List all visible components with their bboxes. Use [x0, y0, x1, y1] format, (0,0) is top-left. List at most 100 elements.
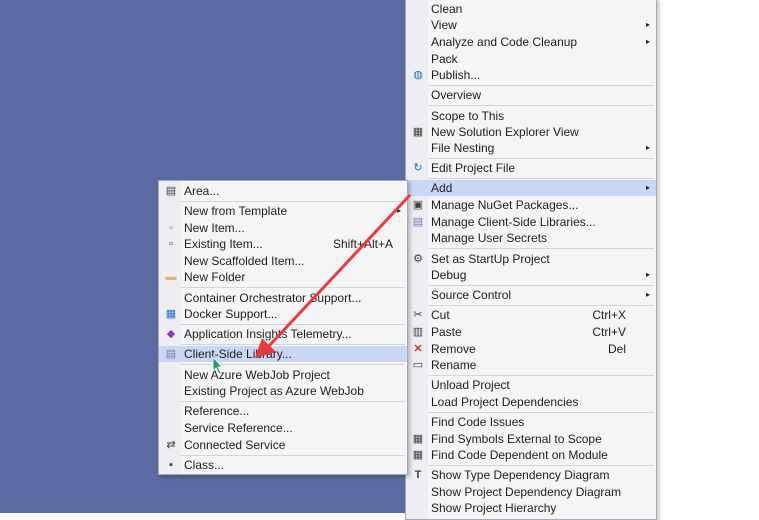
- menu-separator: [181, 344, 405, 345]
- menu-item-type-diagram[interactable]: T Show Type Dependency Diagram: [406, 467, 656, 483]
- submenu-item-scaffolded[interactable]: New Scaffolded Item...: [159, 253, 407, 269]
- menu-item-label: Show Type Dependency Diagram: [431, 468, 610, 482]
- add-submenu: ▤ Area... New from Template ▸ ▫ New Item...…: [158, 180, 408, 475]
- menu-separator: [428, 375, 654, 376]
- menu-separator: [181, 287, 405, 288]
- class-icon: ▪: [169, 459, 173, 471]
- menu-item-file-nesting[interactable]: File Nesting ▸: [406, 140, 656, 156]
- submenu-item-new-item[interactable]: ▫ New Item...: [159, 220, 407, 236]
- submenu-arrow-icon: ▸: [645, 20, 650, 29]
- menu-separator: [181, 201, 405, 202]
- menu-item-label: Container Orchestrator Support...: [184, 291, 362, 305]
- menu-separator: [428, 85, 654, 86]
- shortcut-text: Ctrl+V: [592, 325, 626, 339]
- menu-item-label: Publish...: [431, 68, 481, 82]
- menu-item-label: Class...: [184, 458, 225, 472]
- menu-item-debug[interactable]: Debug ▸: [406, 267, 656, 283]
- menu-item-label: Manage NuGet Packages...: [431, 198, 579, 212]
- menu-item-user-secrets[interactable]: Manage User Secrets: [406, 230, 656, 246]
- menu-separator: [181, 324, 405, 325]
- menu-item-label: Manage User Secrets: [431, 231, 548, 245]
- menu-item-label: Analyze and Code Cleanup: [431, 35, 578, 49]
- menu-item-nuget[interactable]: ▣ Manage NuGet Packages...: [406, 197, 656, 213]
- submenu-item-area[interactable]: ▤ Area...: [159, 183, 407, 199]
- menu-item-paste[interactable]: ▥ Paste Ctrl+V: [406, 324, 656, 340]
- client-library-icon: ▤: [165, 348, 177, 360]
- menu-item-label: Existing Item...: [184, 237, 263, 251]
- submenu-item-client-side-library[interactable]: ▤ Client-Side Library...: [159, 346, 407, 362]
- menu-item-new-se-view[interactable]: ▦ New Solution Explorer View: [406, 124, 656, 140]
- menu-item-label: Client-Side Library...: [184, 347, 292, 361]
- menu-item-label: Find Code Issues: [431, 415, 525, 429]
- menu-item-find-issues[interactable]: Find Code Issues: [406, 414, 656, 430]
- submenu-item-new-from-template[interactable]: New from Template ▸: [159, 203, 407, 219]
- docker-icon: ▦: [165, 308, 177, 320]
- nuget-icon: ▣: [412, 199, 424, 211]
- connected-service-icon: ⇄: [166, 439, 176, 451]
- submenu-item-service-reference[interactable]: Service Reference...: [159, 420, 407, 436]
- find-symbols-icon: ▦: [412, 433, 424, 445]
- submenu-item-connected-service[interactable]: ⇄ Connected Service: [159, 437, 407, 453]
- menu-separator: [428, 305, 654, 306]
- menu-item-load-deps[interactable]: Load Project Dependencies: [406, 394, 656, 410]
- menu-item-label: Overview: [431, 88, 482, 102]
- menu-item-view[interactable]: View ▸: [406, 17, 656, 33]
- menu-item-cut[interactable]: ✂ Cut Ctrl+X: [406, 307, 656, 323]
- menu-item-analyze[interactable]: Analyze and Code Cleanup ▸: [406, 34, 656, 50]
- menu-item-client-libs[interactable]: ▤ Manage Client-Side Libraries...: [406, 214, 656, 230]
- menu-item-label: Paste: [431, 325, 462, 339]
- menu-item-find-dependent[interactable]: ▦ Find Code Dependent on Module: [406, 447, 656, 463]
- menu-item-startup[interactable]: ⚙ Set as StartUp Project: [406, 251, 656, 267]
- menu-item-project-diagram[interactable]: Show Project Dependency Diagram: [406, 484, 656, 500]
- submenu-item-app-insights[interactable]: ◆ Application Insights Telemetry...: [159, 326, 407, 342]
- scissors-icon: ✂: [413, 309, 423, 321]
- menu-item-overview[interactable]: Overview: [406, 87, 656, 103]
- menu-item-label: Rename: [431, 358, 477, 372]
- area-icon: ▤: [165, 185, 177, 197]
- menu-item-edit-project[interactable]: ↻ Edit Project File: [406, 160, 656, 176]
- submenu-item-existing-webjob[interactable]: Existing Project as Azure WebJob: [159, 383, 407, 399]
- submenu-item-new-folder[interactable]: ▬ New Folder: [159, 269, 407, 285]
- menu-separator: [181, 455, 405, 456]
- menu-item-project-hierarchy[interactable]: Show Project Hierarchy: [406, 500, 656, 516]
- shortcut-text: Del: [607, 342, 626, 356]
- menu-item-scope[interactable]: Scope to This: [406, 108, 656, 124]
- menu-item-remove[interactable]: ✕ Remove Del: [406, 341, 656, 357]
- menu-item-publish[interactable]: ◍ Publish...: [406, 67, 656, 83]
- menu-item-add[interactable]: Add ▸: [406, 180, 656, 196]
- menu-item-label: Unload Project: [431, 378, 510, 392]
- clipboard-icon: ▥: [412, 326, 424, 338]
- menu-item-label: Add: [431, 181, 453, 195]
- submenu-arrow-icon: ▸: [645, 37, 650, 46]
- menu-separator: [181, 401, 405, 402]
- menu-item-find-symbols[interactable]: ▦ Find Symbols External to Scope: [406, 431, 656, 447]
- submenu-item-container-orchestrator[interactable]: Container Orchestrator Support...: [159, 290, 407, 306]
- menu-item-label: New Folder: [184, 270, 246, 284]
- rename-icon: ▭: [412, 359, 424, 371]
- menu-separator: [428, 178, 654, 179]
- menu-item-clean[interactable]: Clean: [406, 1, 656, 17]
- submenu-item-class[interactable]: ▪ Class...: [159, 457, 407, 473]
- menu-item-rename[interactable]: ▭ Rename: [406, 357, 656, 373]
- menu-separator: [428, 105, 654, 106]
- menu-item-label: New Item...: [184, 221, 245, 235]
- menu-item-source-control[interactable]: Source Control ▸: [406, 287, 656, 303]
- menu-item-label: Service Reference...: [184, 421, 293, 435]
- menu-item-label: Pack: [431, 52, 458, 66]
- menu-item-unload[interactable]: Unload Project: [406, 377, 656, 393]
- menu-item-label: New Scaffolded Item...: [184, 254, 305, 268]
- menu-item-label: Docker Support...: [184, 307, 278, 321]
- menu-item-label: Find Code Dependent on Module: [431, 448, 608, 462]
- menu-item-label: Show Project Dependency Diagram: [431, 485, 622, 499]
- menu-item-label: Show Project Hierarchy: [431, 501, 557, 515]
- submenu-item-azure-webjob[interactable]: New Azure WebJob Project: [159, 367, 407, 383]
- edit-project-icon: ↻: [413, 162, 423, 174]
- menu-item-label: Existing Project as Azure WebJob: [184, 384, 364, 398]
- submenu-item-reference[interactable]: Reference...: [159, 403, 407, 419]
- submenu-item-existing-item[interactable]: ▫ Existing Item... Shift+Alt+A: [159, 236, 407, 252]
- menu-item-label: Clean: [431, 2, 463, 16]
- submenu-item-docker[interactable]: ▦ Docker Support...: [159, 306, 407, 322]
- menu-item-pack[interactable]: Pack: [406, 51, 656, 67]
- menu-item-label: New from Template: [184, 204, 288, 218]
- menu-separator: [428, 248, 654, 249]
